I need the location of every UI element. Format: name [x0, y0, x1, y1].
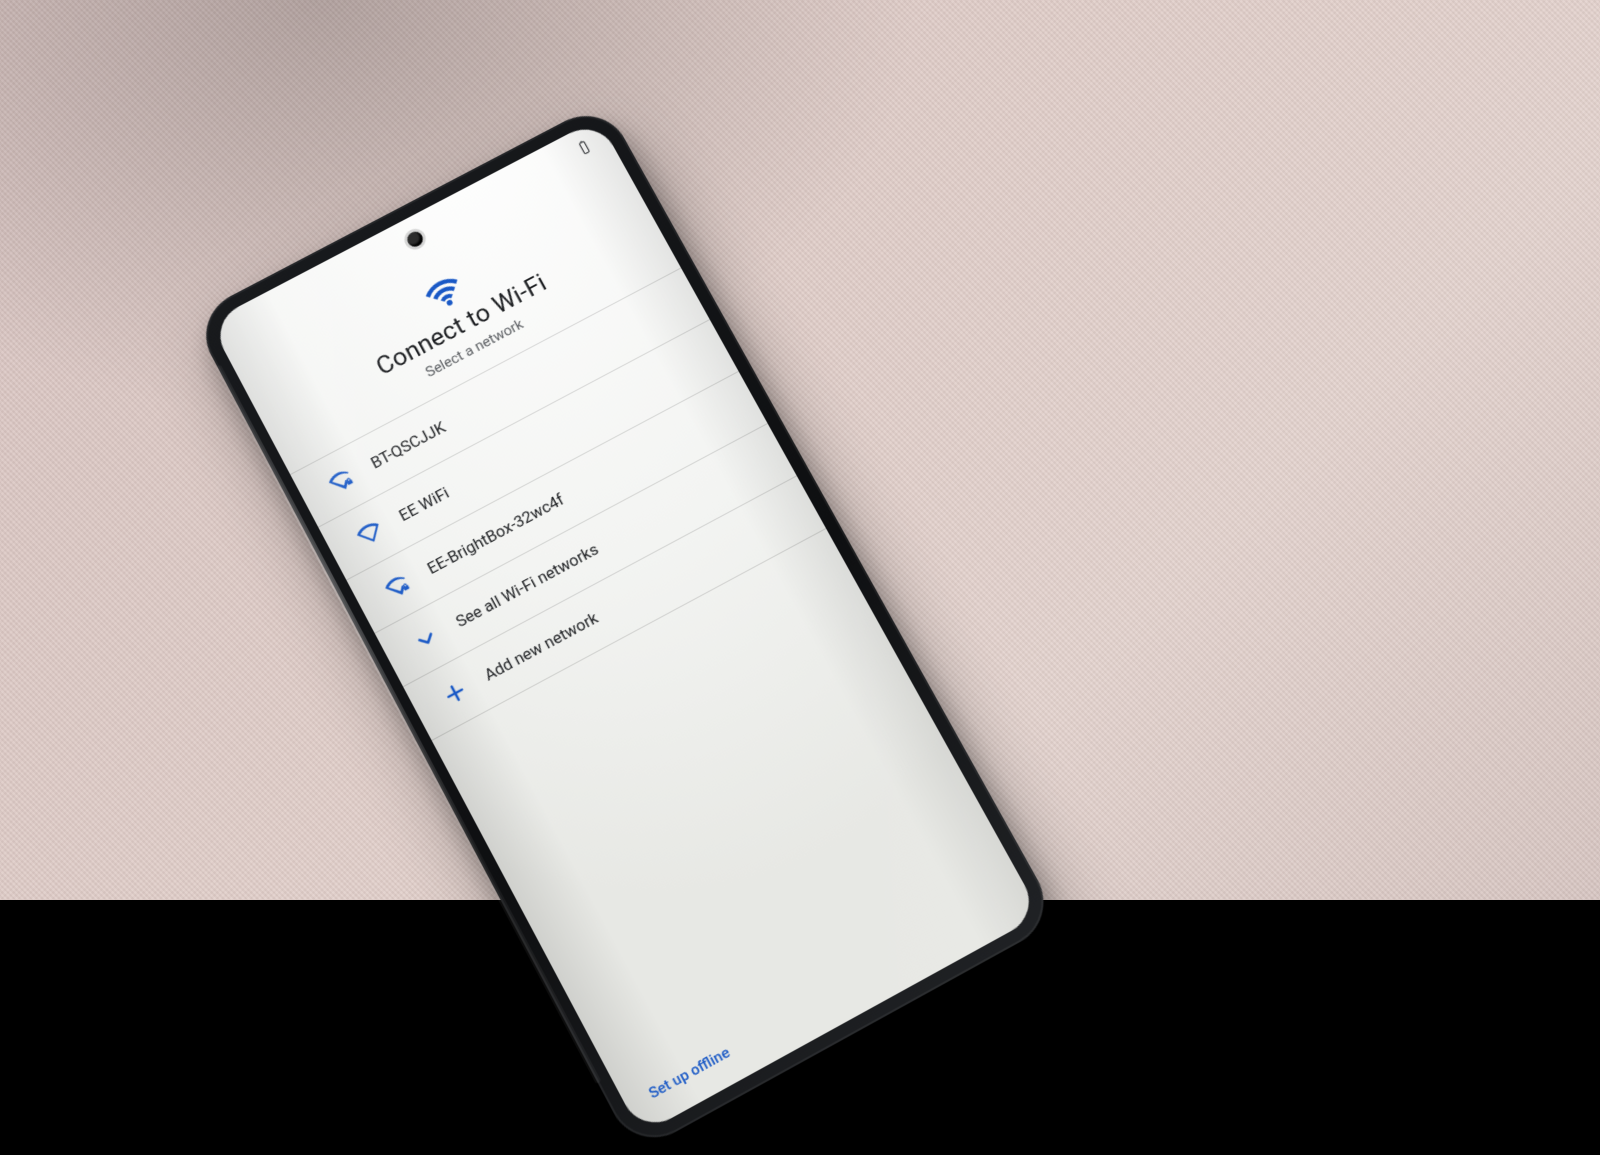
setup-offline-button[interactable]: Set up offline: [646, 1043, 733, 1102]
punch-hole-camera: [405, 229, 426, 249]
wifi-lock-icon: [325, 464, 359, 498]
status-bar: [572, 134, 597, 160]
wifi-icon: [353, 517, 387, 551]
footer-actions: Set up offline: [645, 1042, 733, 1102]
battery-icon: [573, 136, 596, 159]
wifi-lock-icon: [381, 570, 415, 604]
chevron-down-icon: [409, 623, 444, 657]
plus-icon: [438, 676, 473, 710]
